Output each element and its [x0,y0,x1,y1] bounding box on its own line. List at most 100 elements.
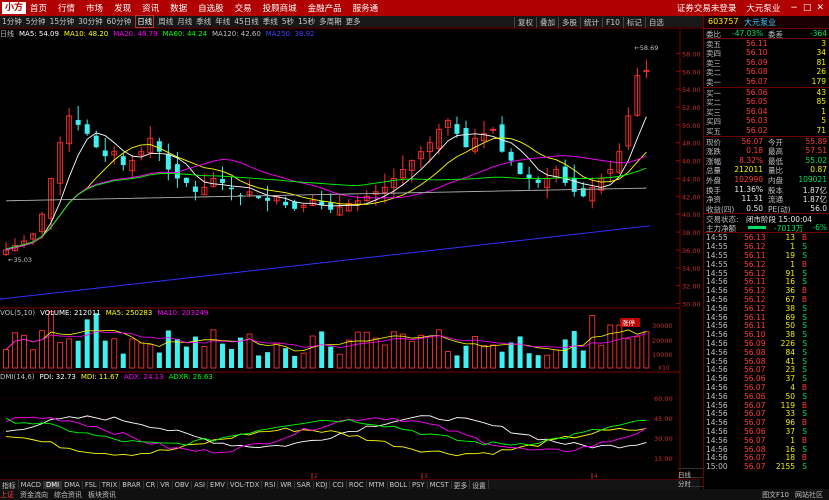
indicator-tab-0[interactable]: 指标 [0,479,19,490]
indicator-tab-2[interactable]: DMI [43,480,63,489]
bids-row[interactable]: 买二 56.05 85 [704,97,829,107]
status-item-0[interactable]: 上证 [0,490,14,500]
status-right-item-1[interactable]: 网站社区 [795,490,823,500]
vol-tick-label: 30000 [652,322,673,330]
y-tick-label: 58.00 [682,50,701,58]
bids-row[interactable]: 买五 56.02 71 [704,126,829,136]
tick-time: 14:56 [706,365,728,375]
volume-bar [201,346,208,369]
indicator-tab-8[interactable]: VR [158,480,173,489]
menu-item-0[interactable]: 首页 [30,2,47,14]
indicator-tab-21[interactable]: PSY [410,480,428,489]
volume-bar [292,355,298,368]
indicator-tab-16[interactable]: KDJ [314,480,331,489]
tick-price: 56.06 [744,391,766,401]
indicator-tab-20[interactable]: BOLL [388,480,410,489]
tick-time: 14:56 [706,303,728,313]
indicator-tab-18[interactable]: ROC [347,480,367,489]
menu-item-9[interactable]: 金融产品 [308,2,342,14]
book-price: 56.04 [746,106,768,116]
tool-button-2[interactable]: 多股 [558,16,580,28]
menu-item-8[interactable]: 投顾商城 [263,2,297,14]
period-2[interactable]: 15分钟 [50,16,75,27]
tick-direction: B [801,286,807,296]
period-14[interactable]: 多周期 [319,16,342,27]
tick-volume: 69 [785,312,795,322]
indicator-tab-15[interactable]: SAR [295,480,314,489]
period-1[interactable]: 5分钟 [26,16,46,27]
indicator-tab-13[interactable]: RSI [262,480,279,489]
tool-button-6[interactable]: 自选 [644,16,667,28]
indicator-tab-22[interactable]: MCST [428,480,452,489]
period-0[interactable]: 1分钟 [2,16,22,27]
indicator-tab-19[interactable]: MTM [367,480,388,489]
tick-list[interactable]: 14:55 56.13 13 B 14:55 56.12 1 S 14:55 56.11 19 S 14… [704,232,829,471]
indicator-tab-3[interactable]: DMA [62,480,83,489]
status-item-3[interactable]: 板块资讯 [88,490,116,500]
menu-item-5[interactable]: 数据 [170,2,187,14]
indicator-tab-10[interactable]: ASI [192,480,209,489]
period-9[interactable]: 年线 [215,16,230,27]
menu-item-2[interactable]: 市场 [86,2,103,14]
maximize-icon[interactable]: □ [803,3,812,13]
indicator-tab-17[interactable]: CCI [330,480,347,489]
quote-panel: 603757 大元泵业 委比 -47.03% 委差 -364 卖五 56.11 3 卖… [703,16,829,489]
asks-row[interactable]: 卖三 56.09 81 [704,58,829,68]
period-5[interactable]: 日线 [135,15,155,28]
asks-row[interactable]: 卖四 56.10 34 [704,48,829,58]
period-7[interactable]: 月线 [177,16,192,27]
tool-button-0[interactable]: 复权 [514,16,536,28]
menu-item-3[interactable]: 发现 [114,2,131,14]
asks-row[interactable]: 卖一 56.07 179 [704,77,829,87]
indicator-tab-9[interactable]: OBV [173,480,193,489]
candle-body [192,186,198,192]
period-12[interactable]: 5秒 [282,16,294,27]
indicator-tab-24[interactable]: 设置 [470,479,489,490]
period-11[interactable]: 季线 [263,16,278,27]
panel-tab-0[interactable]: 日线 [678,468,703,479]
bids-row[interactable]: 买三 56.04 1 [704,107,829,117]
status-right-item-0[interactable]: 图文F10 [762,490,789,500]
bids-row[interactable]: 买四 56.03 5 [704,116,829,126]
period-15[interactable]: 更多 [346,16,361,27]
kline-chart[interactable]: 58.00 56.00 54.00 52.00 50.00 48.00 46.00 44.00… [0,28,703,479]
asks-row[interactable]: 卖五 56.11 3 [704,39,829,49]
tick-price: 56.06 [744,374,766,384]
indicator-tab-5[interactable]: TRIX [100,480,121,489]
menu-item-1[interactable]: 行情 [58,2,75,14]
menu-item-7[interactable]: 交易 [235,2,252,14]
tick-direction: S [802,365,807,375]
status-item-1[interactable]: 资金流向 [20,490,48,500]
tick-price: 56.07 [744,365,766,375]
tool-button-4[interactable]: F10 [602,17,623,27]
menu-item-6[interactable]: 自选股 [198,2,224,14]
tool-button-3[interactable]: 统计 [580,16,602,28]
period-10[interactable]: 45日线 [234,16,259,27]
volume-bar [634,336,641,369]
menu-item-10[interactable]: 服务通 [353,2,379,14]
period-13[interactable]: 15秒 [298,16,315,27]
bids-row[interactable]: 买一 56.06 43 [704,88,829,98]
indicator-tab-11[interactable]: EMV [208,480,228,489]
indicator-tab-6[interactable]: BRAR [120,480,144,489]
status-item-2[interactable]: 综合资讯 [54,490,82,500]
menu-item-4[interactable]: 资讯 [142,2,159,14]
tool-button-5[interactable]: 标记 [622,16,645,28]
period-6[interactable]: 周线 [158,16,173,27]
indicator-tab-7[interactable]: CR [144,480,159,489]
close-icon[interactable]: ✕ [816,3,824,13]
asks-row[interactable]: 卖二 56.08 26 [704,67,829,77]
trade-login-link[interactable]: 证券交易未登录 [677,2,737,14]
period-4[interactable]: 60分钟 [107,16,132,27]
panel-tab-1[interactable]: 分时 [678,477,703,488]
tick-price: 56.12 [744,242,766,252]
indicator-tab-23[interactable]: 更多 [452,479,471,490]
indicator-tab-14[interactable]: WR [278,480,295,489]
period-3[interactable]: 30分钟 [78,16,103,27]
indicator-tab-4[interactable]: FSL [83,480,100,489]
indicator-tab-1[interactable]: MACD [19,480,44,489]
period-8[interactable]: 季线 [196,16,211,27]
minimize-icon[interactable]: − [790,3,798,13]
indicator-tab-12[interactable]: VOL-TDX [228,480,263,489]
tool-button-1[interactable]: 叠加 [536,16,558,28]
